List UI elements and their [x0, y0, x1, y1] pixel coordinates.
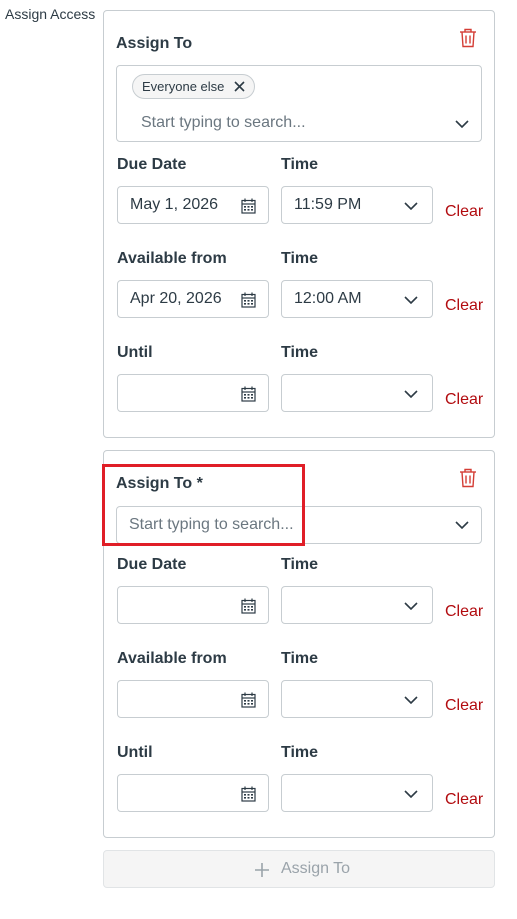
time-label: Time	[281, 250, 319, 267]
available-from-label: Available from	[117, 250, 227, 267]
calendar-icon[interactable]	[241, 692, 256, 708]
calendar-icon[interactable]	[241, 198, 256, 214]
calendar-icon[interactable]	[241, 386, 256, 402]
available-from-time-select[interactable]	[281, 680, 433, 718]
time-label: Time	[281, 744, 319, 761]
due-time-value: 11:59 PM	[294, 196, 362, 213]
clear-due-date-button[interactable]: Clear	[445, 203, 483, 221]
available-from-input[interactable]	[117, 680, 269, 718]
chevron-down-icon[interactable]	[455, 120, 469, 128]
chevron-down-icon	[404, 602, 418, 610]
chevron-down-icon[interactable]	[455, 521, 469, 529]
available-from-time-select[interactable]: 12:00 AM	[281, 280, 433, 318]
due-time-select[interactable]	[281, 586, 433, 624]
available-from-value: Apr 20, 2026	[130, 290, 222, 307]
assign-card-2: Assign To * Start typing to search... Du…	[103, 450, 495, 838]
due-date-value: May 1, 2026	[130, 196, 219, 213]
until-time-select[interactable]	[281, 774, 433, 812]
until-label: Until	[117, 744, 153, 761]
tag-label: Everyone else	[142, 79, 225, 94]
assign-to-required-label: Assign To *	[116, 475, 203, 492]
until-date-input[interactable]	[117, 774, 269, 812]
clear-until-button[interactable]: Clear	[445, 791, 483, 809]
close-icon[interactable]	[234, 81, 245, 92]
until-label: Until	[117, 344, 153, 361]
chevron-down-icon	[404, 790, 418, 798]
chevron-down-icon	[404, 390, 418, 398]
time-label: Time	[281, 556, 319, 573]
chevron-down-icon	[404, 296, 418, 304]
trash-icon[interactable]	[459, 28, 477, 48]
due-date-label: Due Date	[117, 556, 187, 573]
due-date-input[interactable]	[117, 586, 269, 624]
clear-available-from-button[interactable]: Clear	[445, 697, 483, 715]
plus-icon	[255, 863, 269, 877]
chevron-down-icon	[404, 202, 418, 210]
clear-due-date-button[interactable]: Clear	[445, 603, 483, 621]
clear-until-button[interactable]: Clear	[445, 391, 483, 409]
search-input[interactable]: Start typing to search...	[129, 516, 294, 534]
available-from-time-value: 12:00 AM	[294, 290, 362, 307]
assign-card-1: Assign To Everyone else Start typing to …	[103, 10, 495, 438]
clear-available-from-button[interactable]: Clear	[445, 297, 483, 315]
assign-access-label: Assign Access	[5, 6, 96, 22]
add-assign-to-button[interactable]: Assign To	[103, 850, 495, 888]
calendar-icon[interactable]	[241, 292, 256, 308]
assign-to-combobox[interactable]: Everyone else Start typing to search...	[116, 65, 482, 142]
until-time-select[interactable]	[281, 374, 433, 412]
search-input[interactable]: Start typing to search...	[141, 114, 306, 132]
time-label: Time	[281, 344, 319, 361]
available-from-label: Available from	[117, 650, 227, 667]
add-assign-to-label: Assign To	[281, 860, 351, 877]
assign-to-combobox[interactable]: Start typing to search...	[116, 506, 482, 544]
time-label: Time	[281, 650, 319, 667]
selected-tag-everyone-else: Everyone else	[132, 74, 256, 99]
calendar-icon[interactable]	[241, 786, 256, 802]
until-date-input[interactable]	[117, 374, 269, 412]
chevron-down-icon	[404, 696, 418, 704]
trash-icon[interactable]	[459, 468, 477, 488]
time-label: Time	[281, 156, 319, 173]
calendar-icon[interactable]	[241, 598, 256, 614]
due-time-select[interactable]: 11:59 PM	[281, 186, 433, 224]
assign-to-label: Assign To	[116, 35, 193, 52]
available-from-input[interactable]: Apr 20, 2026	[117, 280, 269, 318]
due-date-label: Due Date	[117, 156, 187, 173]
due-date-input[interactable]: May 1, 2026	[117, 186, 269, 224]
